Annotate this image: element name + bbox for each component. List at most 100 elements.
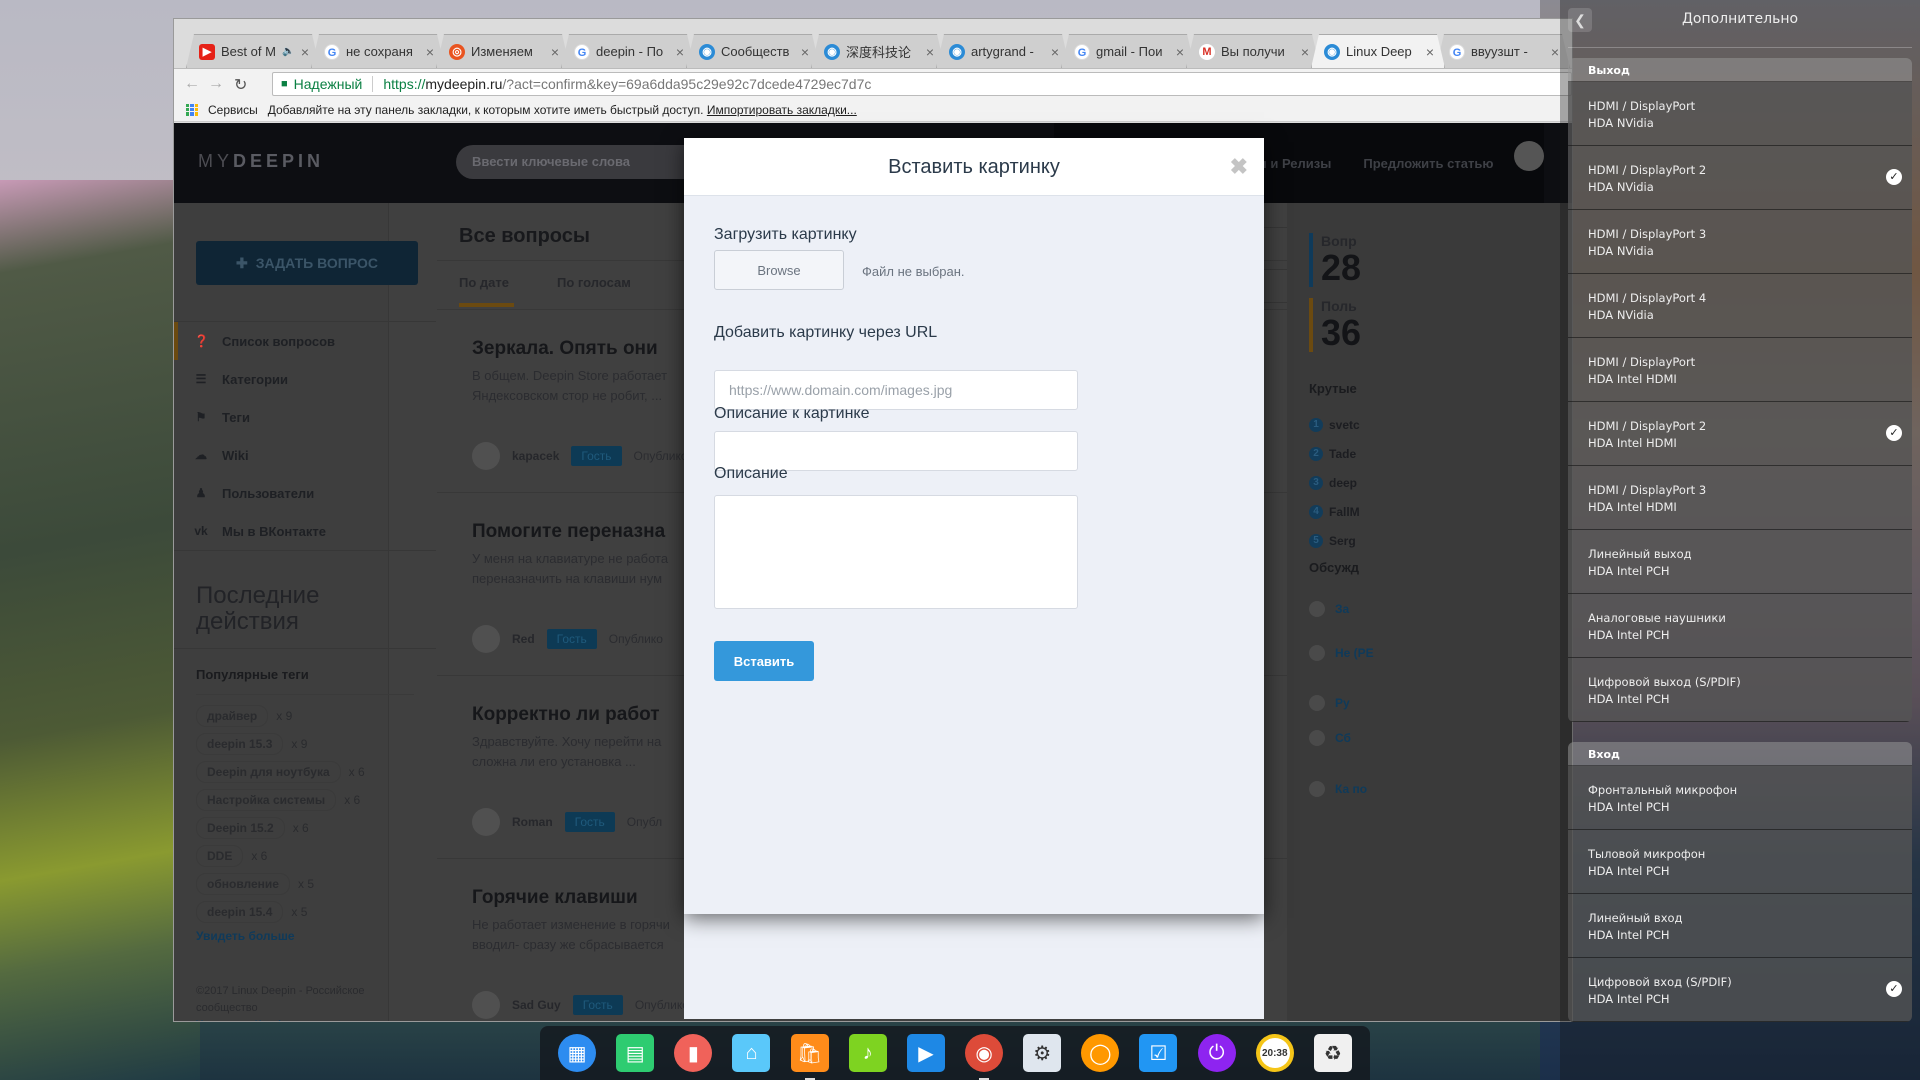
- browser-tab[interactable]: ◉ Сообществ ×: [686, 34, 820, 68]
- top-user-item[interactable]: 2 Tade: [1309, 447, 1356, 461]
- output-device-item[interactable]: Линейный выход HDA Intel PCH: [1568, 530, 1912, 594]
- question-title[interactable]: Корректно ли работ: [472, 704, 660, 726]
- author-name[interactable]: Roman: [512, 815, 553, 829]
- side-nav-users[interactable]: ♟ Пользователи: [174, 474, 436, 512]
- tag-chip[interactable]: Настройка системы: [196, 789, 337, 811]
- output-device-item[interactable]: HDMI / DisplayPort 2 HDA Intel HDMI ✓: [1568, 402, 1912, 466]
- output-device-item[interactable]: HDMI / DisplayPort HDA Intel HDMI: [1568, 338, 1912, 402]
- tag-chip[interactable]: deepin 15.3: [196, 733, 284, 755]
- author-name[interactable]: Sad Guy: [512, 998, 561, 1012]
- browser-tab[interactable]: Gввуузшт - ×: [1436, 34, 1570, 68]
- discussion-item[interactable]: Не (PE: [1309, 645, 1374, 661]
- terms-link[interactable]: Условия и Конфиденциальность: [196, 1017, 416, 1021]
- music-icon[interactable]: ♪: [848, 1034, 887, 1072]
- top-user-item[interactable]: 3 deep: [1309, 476, 1357, 490]
- side-nav-wiki[interactable]: ☁ Wiki: [174, 436, 436, 474]
- tag-chip[interactable]: deepin 15.4: [196, 901, 284, 923]
- close-tab-icon[interactable]: ×: [926, 44, 934, 60]
- output-device-item[interactable]: HDMI / DisplayPort 4 HDA NVidia: [1568, 274, 1912, 338]
- browse-button[interactable]: Browse: [714, 250, 844, 290]
- avatar[interactable]: [472, 625, 500, 653]
- tag-chip[interactable]: Deepin для ноутбука: [196, 761, 341, 783]
- output-device-item[interactable]: HDMI / DisplayPort 3 HDA NVidia: [1568, 210, 1912, 274]
- trash-icon[interactable]: ♻: [1313, 1034, 1352, 1072]
- side-nav-tags[interactable]: ⚑ Теги: [174, 398, 436, 436]
- chrome-icon[interactable]: ◉: [965, 1034, 1004, 1080]
- output-device-item[interactable]: HDMI / DisplayPort 3 HDA Intel HDMI: [1568, 466, 1912, 530]
- input-device-item[interactable]: Цифровой вход (S/PDIF) HDA Intel PCH ✓: [1568, 958, 1912, 1022]
- deepin-browser-icon[interactable]: ◯: [1081, 1034, 1120, 1072]
- tab-by-votes[interactable]: По голосам: [557, 275, 631, 290]
- side-nav-vk[interactable]: vk Мы в ВКонтакте: [174, 512, 436, 550]
- tab-active[interactable]: ◉ Linux Deep ×: [1311, 34, 1445, 68]
- browser-tab[interactable]: ◎ Изменяем ×: [436, 34, 570, 68]
- top-user-item[interactable]: 5 Serg: [1309, 534, 1356, 548]
- power-icon[interactable]: ⏻: [1197, 1034, 1236, 1072]
- image-url-input[interactable]: https://www.domain.com/images.jpg: [714, 370, 1078, 410]
- output-device-item[interactable]: HDMI / DisplayPort HDA NVidia: [1568, 82, 1912, 146]
- output-device-item[interactable]: Цифровой выход (S/PDIF) HDA Intel PCH: [1568, 658, 1912, 722]
- forward-button[interactable]: →: [208, 75, 224, 93]
- reload-button[interactable]: ↻: [234, 75, 247, 95]
- tag-chip[interactable]: DDE: [196, 845, 244, 867]
- input-device-item[interactable]: Тыловой микрофон HDA Intel PCH: [1568, 830, 1912, 894]
- apps-shortcut[interactable]: Сервисы: [208, 103, 258, 117]
- avatar[interactable]: [472, 808, 500, 836]
- close-tab-icon[interactable]: ×: [676, 44, 684, 60]
- see-more-link[interactable]: Увидеть больше: [196, 929, 414, 943]
- side-nav-categories[interactable]: ☰ Категории: [174, 360, 436, 398]
- close-tab-icon[interactable]: ×: [301, 44, 309, 60]
- discussion-item[interactable]: Ка по: [1309, 781, 1367, 797]
- site-logo[interactable]: MYDEEPIN: [198, 151, 324, 172]
- close-tab-icon[interactable]: ×: [551, 44, 559, 60]
- apps-grid-icon[interactable]: [186, 103, 198, 116]
- launcher-icon[interactable]: ▦: [558, 1034, 597, 1072]
- browser-tab[interactable]: ◉ 深度科技论 ×: [811, 34, 945, 68]
- screenshot-icon[interactable]: ☑: [1139, 1034, 1178, 1072]
- input-device-item[interactable]: Линейный вход HDA Intel PCH: [1568, 894, 1912, 958]
- discussion-item[interactable]: За: [1309, 601, 1349, 617]
- side-nav-questions[interactable]: ❓ Список вопросов: [174, 322, 436, 360]
- description-textarea[interactable]: [714, 495, 1078, 609]
- browser-tab[interactable]: M Вы получи ×: [1186, 34, 1320, 68]
- insert-button[interactable]: Вставить: [714, 641, 814, 681]
- browser-tab[interactable]: Gdeepin - По ×: [561, 34, 695, 68]
- video-player-icon[interactable]: ▶: [906, 1034, 945, 1072]
- discussion-item[interactable]: Ру: [1309, 695, 1350, 711]
- author-name[interactable]: Red: [512, 632, 535, 646]
- audio-icon[interactable]: 🔈: [282, 46, 294, 57]
- close-tab-icon[interactable]: ×: [1301, 44, 1309, 60]
- clock-icon[interactable]: 20:38: [1255, 1034, 1294, 1072]
- top-user-item[interactable]: 1 svetc: [1309, 418, 1360, 432]
- settings-icon[interactable]: ⚙: [1023, 1034, 1062, 1072]
- close-tab-icon[interactable]: ×: [1051, 44, 1059, 60]
- question-title[interactable]: Горячие клавиши: [472, 887, 638, 909]
- nav-suggest-article[interactable]: Предложить статью: [1363, 156, 1493, 171]
- output-device-item[interactable]: Аналоговые наушники HDA Intel PCH: [1568, 594, 1912, 658]
- tag-chip[interactable]: обновление: [196, 873, 290, 895]
- close-icon[interactable]: ✖: [1230, 154, 1248, 180]
- output-device-item[interactable]: HDMI / DisplayPort 2 HDA NVidia ✓: [1568, 146, 1912, 210]
- close-tab-icon[interactable]: ×: [1176, 44, 1184, 60]
- browser-tab[interactable]: ◉ artygrand - ×: [936, 34, 1070, 68]
- tag-chip[interactable]: Deepin 15.2: [196, 817, 285, 839]
- top-user-item[interactable]: 4 FallM: [1309, 505, 1360, 519]
- avatar[interactable]: [472, 991, 500, 1019]
- close-tab-icon[interactable]: ×: [426, 44, 434, 60]
- avatar[interactable]: [472, 442, 500, 470]
- close-tab-icon[interactable]: ×: [1426, 44, 1434, 60]
- terminal-icon[interactable]: ▤: [616, 1034, 655, 1072]
- question-title[interactable]: Помогите переназна: [472, 521, 665, 543]
- browser-tab[interactable]: ▶ Best of M 🔈 ×: [186, 34, 320, 68]
- question-title[interactable]: Зеркала. Опять они: [472, 338, 658, 360]
- browser-tab[interactable]: Ggmail - Пои ×: [1061, 34, 1195, 68]
- import-bookmarks-link[interactable]: Импортировать закладки...: [707, 103, 857, 117]
- close-tab-icon[interactable]: ×: [1551, 44, 1559, 60]
- close-tab-icon[interactable]: ×: [801, 44, 809, 60]
- back-button[interactable]: ←: [184, 75, 200, 93]
- app-store-icon[interactable]: 🛍: [790, 1034, 829, 1080]
- screen-recorder-icon[interactable]: ▮: [674, 1034, 713, 1072]
- user-avatar[interactable]: [1514, 141, 1544, 171]
- author-name[interactable]: kapacek: [512, 449, 559, 463]
- file-manager-icon[interactable]: ⌂: [732, 1034, 771, 1072]
